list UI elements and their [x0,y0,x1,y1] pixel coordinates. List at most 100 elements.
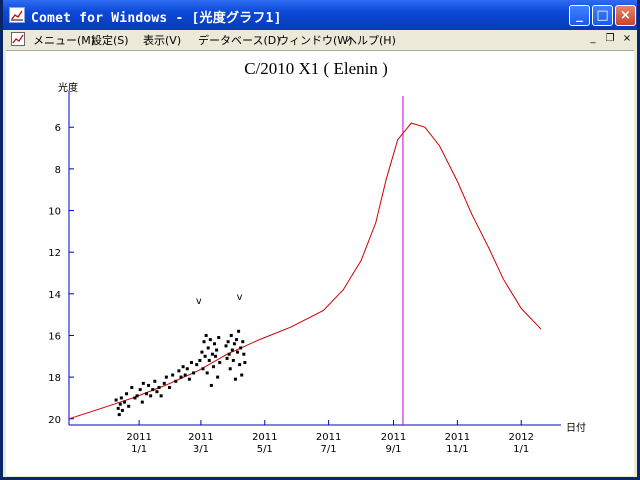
observation-point [130,386,134,390]
chart-title: C/2010 X1 ( Elenin ) [244,59,388,78]
title-bar[interactable]: Comet for Windows - [光度グラフ1] _ □ × [3,0,637,30]
observation-point [164,375,168,379]
document-graph-icon[interactable] [11,32,25,46]
observation-point [198,358,202,362]
menu-item-settings[interactable]: 設定(S) [91,32,129,48]
child-minimize-icon[interactable]: _ [587,33,599,45]
observation-point [179,375,183,379]
observation-point [120,408,124,412]
y-tick-label: 8 [55,165,61,176]
app-graph-icon[interactable] [9,7,25,23]
observation-point [233,377,237,381]
upper-limit-mark: v [237,292,243,303]
y-tick-label: 6 [55,123,61,134]
menu-item-database[interactable]: データベース(D) [198,32,281,48]
x-axis-label: 日付 [566,421,586,434]
observation-point [224,344,228,348]
observation-point [189,361,193,365]
close-icon[interactable]: × [615,5,636,26]
observation-point [140,400,144,404]
menu-bar: メニュー(M) 設定(S) 表示(V) データベース(D) ウィンドウ(W) ヘ… [3,30,637,49]
observation-point [207,358,211,362]
observation-point [218,361,222,365]
observation-point [117,413,121,417]
observation-point [167,386,171,390]
y-tick-label: 16 [48,331,61,342]
x-tick-label-date: 9/1 [385,444,401,455]
light-curve-chart: C/2010 X1 ( Elenin ) 光度 日付 6 8 10 12 14 16 18 2… [48,59,586,455]
menu-item-menu[interactable]: メニュー(M) [33,32,95,48]
observation-point [157,386,161,390]
x-tick-label-date: 3/1 [193,444,209,455]
observation-point [144,392,148,396]
x-tick-label-year: 2012 [508,432,533,443]
y-tick-label: 12 [48,248,61,259]
y-axis-label: 光度 [58,81,78,94]
observation-point [225,356,229,360]
menu-item-window[interactable]: ウィンドウ(W) [278,32,352,48]
observation-point [147,383,151,387]
observation-point [210,352,214,356]
x-tick-label-year: 2011 [381,432,406,443]
x-tick-label-date: 1/1 [131,444,147,455]
observation-point [138,388,142,392]
observation-point [237,329,241,333]
observation-point [177,369,181,373]
observation-point [227,352,231,356]
observation-point [229,333,233,337]
child-close-icon[interactable]: × [621,33,633,45]
observation-point [236,350,240,354]
observation-point [217,336,221,340]
observation-point [201,367,205,371]
x-tick-label-year: 2011 [126,432,151,443]
observation-point [155,390,159,394]
observation-point [226,340,230,344]
y-tick-label: 20 [48,415,61,426]
observation-point [209,383,213,387]
observation-point [174,379,178,383]
observation-point [185,367,189,371]
observation-point [214,354,218,358]
observation-point [242,352,246,356]
observation-point [232,342,236,346]
x-tick-label-year: 2011 [252,432,277,443]
observation-point [230,348,234,352]
upper-limit-mark: v [196,296,202,307]
observation-point [183,373,187,377]
observation-point [135,394,139,398]
window-title: Comet for Windows - [光度グラフ1] [31,11,282,26]
observation-point [202,340,206,344]
x-tick-label-date: 11/1 [446,444,468,455]
observation-point [118,402,122,406]
observation-point [151,388,155,392]
x-tick-label-year: 2011 [188,432,213,443]
observation-point [122,400,126,404]
observation-point [192,371,196,375]
observation-point [240,373,244,377]
maximize-icon[interactable]: □ [592,5,613,26]
observation-point [234,338,238,342]
observation-point [114,398,118,402]
observation-point [181,365,185,369]
observation-point [125,392,129,396]
observation-point [119,396,123,400]
child-restore-icon[interactable]: ❐ [604,33,616,45]
observation-point [238,363,242,367]
minimize-icon[interactable]: _ [569,5,590,26]
observation-point [187,377,191,381]
observation-point [116,406,120,410]
observation-point [239,346,243,350]
menu-item-help[interactable]: ヘルプ(H) [346,32,396,48]
x-tick-label-date: 5/1 [257,444,273,455]
observation-point [200,350,204,354]
observation-point [213,342,217,346]
menu-item-view[interactable]: 表示(V) [143,32,181,48]
observation-point [243,361,247,365]
observation-point [127,404,131,408]
observation-point [215,348,219,352]
observation-point [228,367,232,371]
observation-point [203,354,207,358]
observation-point [159,394,163,398]
observation-point [231,358,235,362]
observation-point [141,381,145,385]
